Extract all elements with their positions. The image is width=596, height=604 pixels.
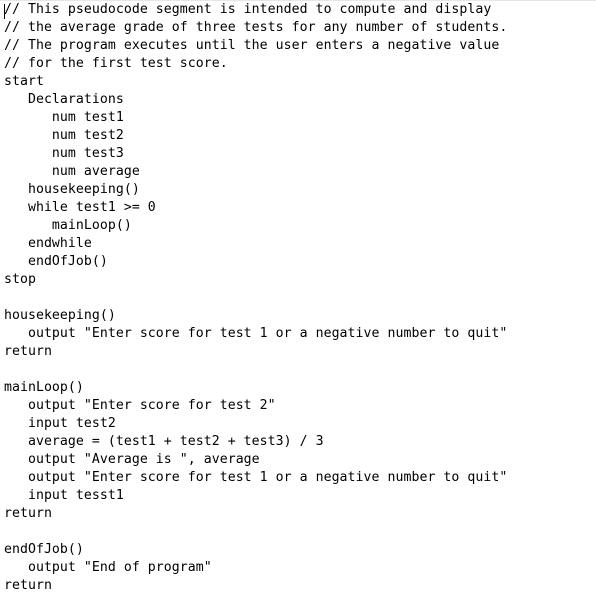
code-line: return [4,578,52,593]
code-line: num test2 [4,128,124,143]
code-line: housekeeping() [4,308,116,323]
code-line: housekeeping() [4,182,140,197]
code-line: // The program executes until the user e… [4,38,500,53]
code-line: output "Enter score for test 1 or a nega… [4,326,508,341]
code-line: average = (test1 + test2 + test3) / 3 [4,434,324,449]
code-line: start [4,74,44,89]
pseudocode-text-area[interactable]: // This pseudocode segment is intended t… [4,1,507,595]
code-line: Declarations [4,92,124,107]
code-line: return [4,506,52,521]
code-line: input tesst1 [4,488,124,503]
code-line: endOfJob() [4,254,108,269]
code-line: output "Enter score for test 1 or a nega… [4,470,508,485]
code-line: // the average grade of three tests for … [4,20,508,35]
code-line: output "End of program" [4,560,212,575]
code-line: // for the first test score. [4,56,228,71]
code-line: output "Enter score for test 2" [4,398,276,413]
code-line: endOfJob() [4,542,84,557]
code-line: return [4,344,52,359]
code-line: // This pseudocode segment is intended t… [4,2,492,17]
text-cursor [4,4,5,19]
code-line: mainLoop() [4,380,84,395]
code-line: num average [4,164,140,179]
code-line: mainLoop() [4,218,132,233]
code-line: input test2 [4,416,116,431]
code-line: num test3 [4,146,124,161]
code-line: output "Average is ", average [4,452,260,467]
code-line: endwhile [4,236,92,251]
code-line: stop [4,272,36,287]
code-line: num test1 [4,110,124,125]
code-line: while test1 >= 0 [4,200,156,215]
